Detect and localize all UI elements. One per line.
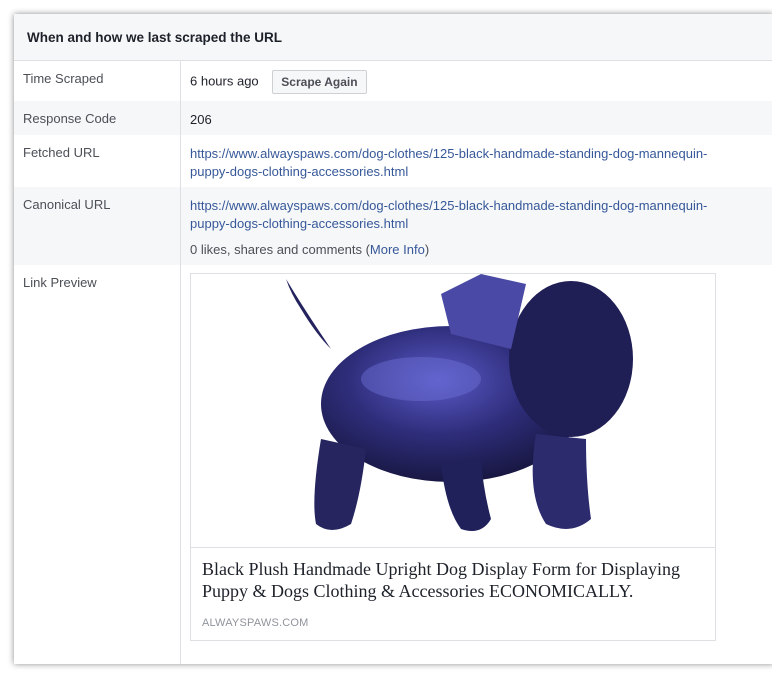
panel-title: When and how we last scraped the URL — [27, 29, 283, 45]
canonical-url-link-line1[interactable]: https://www.alwayspaws.com/dog-clothes/1… — [190, 197, 772, 215]
canonical-url-value: https://www.alwayspaws.com/dog-clothes/1… — [181, 187, 772, 265]
canonical-url-link-line2[interactable]: puppy-dogs-clothing-accessories.html — [190, 215, 772, 233]
preview-title: Black Plush Handmade Upright Dog Display… — [202, 559, 680, 601]
response-code-label: Response Code — [14, 101, 181, 135]
more-info-link[interactable]: More Info — [370, 242, 425, 257]
time-scraped-value: 6 hours ago — [190, 73, 259, 89]
fetched-url-link-line1[interactable]: https://www.alwayspaws.com/dog-clothes/1… — [190, 145, 772, 163]
engagement-close: ) — [424, 242, 430, 257]
preview-domain: ALWAYSPAWS.COM — [202, 617, 309, 629]
canonical-url-label: Canonical URL — [14, 187, 181, 265]
panel-header: When and how we last scraped the URL — [14, 14, 772, 61]
fetched-url-label: Fetched URL — [14, 135, 181, 187]
preview-text-block: Black Plush Handmade Upright Dog Display… — [191, 548, 715, 640]
response-code-value: 206 — [190, 112, 212, 127]
engagement-text: 0 likes, shares and comments ( — [190, 242, 370, 257]
row-canonical-url: Canonical URL https://www.alwayspaws.com… — [14, 187, 772, 265]
row-fetched-url: Fetched URL https://www.alwayspaws.com/d… — [14, 135, 772, 187]
row-time-scraped: Time Scraped 6 hours ago Scrape Again — [14, 61, 772, 101]
dog-mannequin-image — [286, 274, 633, 532]
scrape-again-button[interactable]: Scrape Again — [272, 70, 367, 94]
row-response-code: Response Code 206 — [14, 101, 772, 135]
row-link-preview: Link Preview Black Plush Handmade Uprigh… — [14, 265, 772, 664]
preview-image — [191, 274, 715, 548]
time-scraped-label: Time Scraped — [14, 61, 181, 101]
fetched-url-link-line2[interactable]: puppy-dogs-clothing-accessories.html — [190, 163, 772, 181]
link-preview-label: Link Preview — [14, 265, 181, 664]
link-preview-value: Black Plush Handmade Upright Dog Display… — [181, 265, 772, 664]
fetched-url-value: https://www.alwayspaws.com/dog-clothes/1… — [181, 135, 772, 187]
scrape-info-panel: When and how we last scraped the URL Tim… — [14, 14, 772, 664]
engagement-count: 0 likes, shares and comments (More Info) — [190, 241, 772, 259]
link-preview-card[interactable]: Black Plush Handmade Upright Dog Display… — [190, 273, 716, 641]
time-scraped-value-cell: 6 hours ago Scrape Again — [181, 61, 772, 101]
